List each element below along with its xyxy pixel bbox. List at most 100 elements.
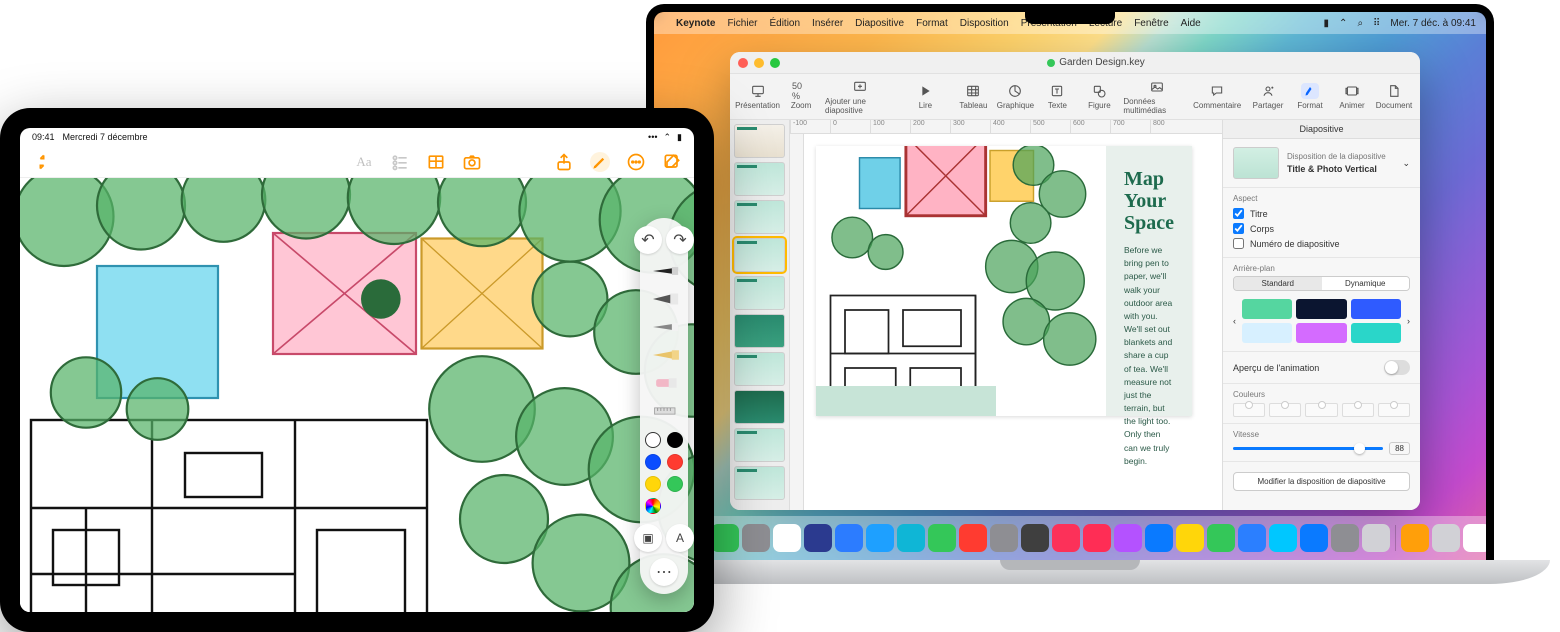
swatch-next[interactable]: › [1407, 316, 1410, 326]
dock-app[interactable] [711, 524, 739, 552]
app-menu[interactable]: Keynote [676, 18, 715, 29]
window-titlebar[interactable]: Garden Design.key [730, 52, 1420, 74]
tb-text[interactable]: Texte [1039, 83, 1075, 110]
compose-icon[interactable] [662, 152, 682, 172]
tb-table[interactable]: Tableau [955, 83, 991, 110]
dock-app[interactable] [1021, 524, 1049, 552]
spotlight-icon[interactable]: ⌕ [1357, 18, 1363, 29]
bg-swatch[interactable] [1242, 299, 1292, 319]
share-icon[interactable] [554, 152, 574, 172]
menu-fichier[interactable]: Fichier [727, 18, 757, 29]
tb-animate[interactable]: Animer [1334, 83, 1370, 110]
slide-thumb[interactable] [734, 352, 785, 386]
battery-icon[interactable]: ▮ [1324, 18, 1330, 29]
dock-app[interactable] [1238, 524, 1266, 552]
bg-swatch[interactable] [1351, 299, 1401, 319]
menu-aide[interactable]: Aide [1181, 18, 1201, 29]
eraser-tool[interactable] [648, 372, 680, 394]
background-segmented[interactable]: Standard Dynamique [1233, 276, 1410, 291]
slide-thumb[interactable] [734, 466, 785, 500]
chevron-down-icon[interactable]: ⌄ [1402, 158, 1410, 169]
tb-shape[interactable]: Figure [1081, 83, 1117, 110]
menu-inserer[interactable]: Insérer [812, 18, 843, 29]
palette-camera-icon[interactable]: ▣ [634, 524, 662, 552]
bg-swatch[interactable] [1296, 323, 1346, 343]
speed-value[interactable]: 88 [1389, 442, 1410, 455]
color-swatch[interactable] [645, 476, 661, 492]
pen-tool[interactable] [648, 260, 680, 282]
dock-app[interactable] [1331, 524, 1359, 552]
redo-button[interactable]: ↷ [666, 226, 694, 254]
checkbox-titre[interactable]: Titre [1233, 206, 1410, 221]
dock-app[interactable] [866, 524, 894, 552]
dock-app[interactable] [1463, 524, 1486, 552]
slide[interactable]: Map Your Space Before we bring pen to pa… [816, 146, 1192, 416]
pencilkit-palette[interactable]: ↶ ↷ ▣ A ⋯ [640, 218, 688, 594]
undo-button[interactable]: ↶ [634, 226, 662, 254]
markup-pen-icon[interactable] [590, 152, 610, 172]
slide-thumb[interactable] [734, 162, 785, 196]
bg-swatch[interactable] [1296, 299, 1346, 319]
crayon-tool[interactable] [648, 344, 680, 366]
zoom-button[interactable] [770, 58, 780, 68]
speed-slider[interactable] [1233, 447, 1383, 450]
tb-media[interactable]: Données multimédias [1123, 79, 1190, 115]
color-swatch[interactable] [667, 476, 683, 492]
menu-format[interactable]: Format [916, 18, 948, 29]
palette-text-icon[interactable]: A [666, 524, 694, 552]
tb-share[interactable]: Partager [1250, 83, 1286, 110]
text-format-icon[interactable]: Aa [354, 152, 374, 172]
menu-edition[interactable]: Édition [769, 18, 800, 29]
dock-app[interactable] [1432, 524, 1460, 552]
dock-app[interactable] [990, 524, 1018, 552]
dock-app[interactable] [897, 524, 925, 552]
layout-thumbnail[interactable] [1233, 147, 1279, 179]
seg-dynamic[interactable]: Dynamique [1322, 277, 1410, 290]
slide-thumb[interactable] [734, 314, 785, 348]
color-swatch[interactable] [667, 454, 683, 470]
tb-document[interactable]: Document [1376, 83, 1412, 110]
swatch-prev[interactable]: ‹ [1233, 316, 1236, 326]
dock-app[interactable] [928, 524, 956, 552]
bg-swatch[interactable] [1242, 323, 1292, 343]
dock-app[interactable] [742, 524, 770, 552]
inspector-tab-diapositive[interactable]: Diapositive [1223, 120, 1420, 139]
seg-standard[interactable]: Standard [1234, 277, 1322, 290]
color-swatch[interactable] [667, 432, 683, 448]
tb-play[interactable]: Lire [907, 83, 943, 110]
slide-thumb[interactable] [734, 124, 785, 158]
close-button[interactable] [738, 58, 748, 68]
menu-fenetre[interactable]: Fenêtre [1134, 18, 1168, 29]
tb-add-slide[interactable]: Ajouter une diapositive [825, 79, 895, 115]
dock-app[interactable] [1176, 524, 1204, 552]
anim-preview-toggle[interactable] [1384, 360, 1410, 375]
macos-dock[interactable] [654, 516, 1486, 560]
tb-chart[interactable]: Graphique [997, 83, 1033, 110]
marker-tool[interactable] [648, 288, 680, 310]
bg-swatch[interactable] [1351, 323, 1401, 343]
control-center-icon[interactable]: ⠿ [1373, 18, 1380, 29]
slide-heading[interactable]: Map Your Space [1124, 168, 1174, 234]
dock-app[interactable] [804, 524, 832, 552]
menu-diapositive[interactable]: Diapositive [855, 18, 904, 29]
slide-text-area[interactable]: Map Your Space Before we bring pen to pa… [1106, 146, 1192, 416]
slide-navigator[interactable] [730, 120, 790, 510]
slide-thumb-selected[interactable] [734, 238, 785, 272]
checkbox-corps[interactable]: Corps [1233, 221, 1410, 236]
color-wells[interactable] [1233, 403, 1410, 417]
color-swatch[interactable] [645, 454, 661, 470]
contract-icon[interactable] [32, 152, 52, 172]
slide-body[interactable]: Before we bring pen to paper, we'll walk… [1124, 244, 1174, 468]
edit-layout-button[interactable]: Modifier la disposition de diapositive [1233, 472, 1410, 491]
camera-icon[interactable] [462, 152, 482, 172]
slide-image[interactable] [816, 146, 1106, 416]
slide-thumb[interactable] [734, 200, 785, 234]
color-black[interactable] [645, 432, 661, 448]
wifi-icon[interactable]: ⌃ [1339, 18, 1347, 29]
table-icon[interactable] [426, 152, 446, 172]
dock-app[interactable] [959, 524, 987, 552]
dock-app[interactable] [1207, 524, 1235, 552]
minimize-button[interactable] [754, 58, 764, 68]
tb-comment[interactable]: Commentaire [1196, 83, 1238, 110]
dock-app[interactable] [1401, 524, 1429, 552]
